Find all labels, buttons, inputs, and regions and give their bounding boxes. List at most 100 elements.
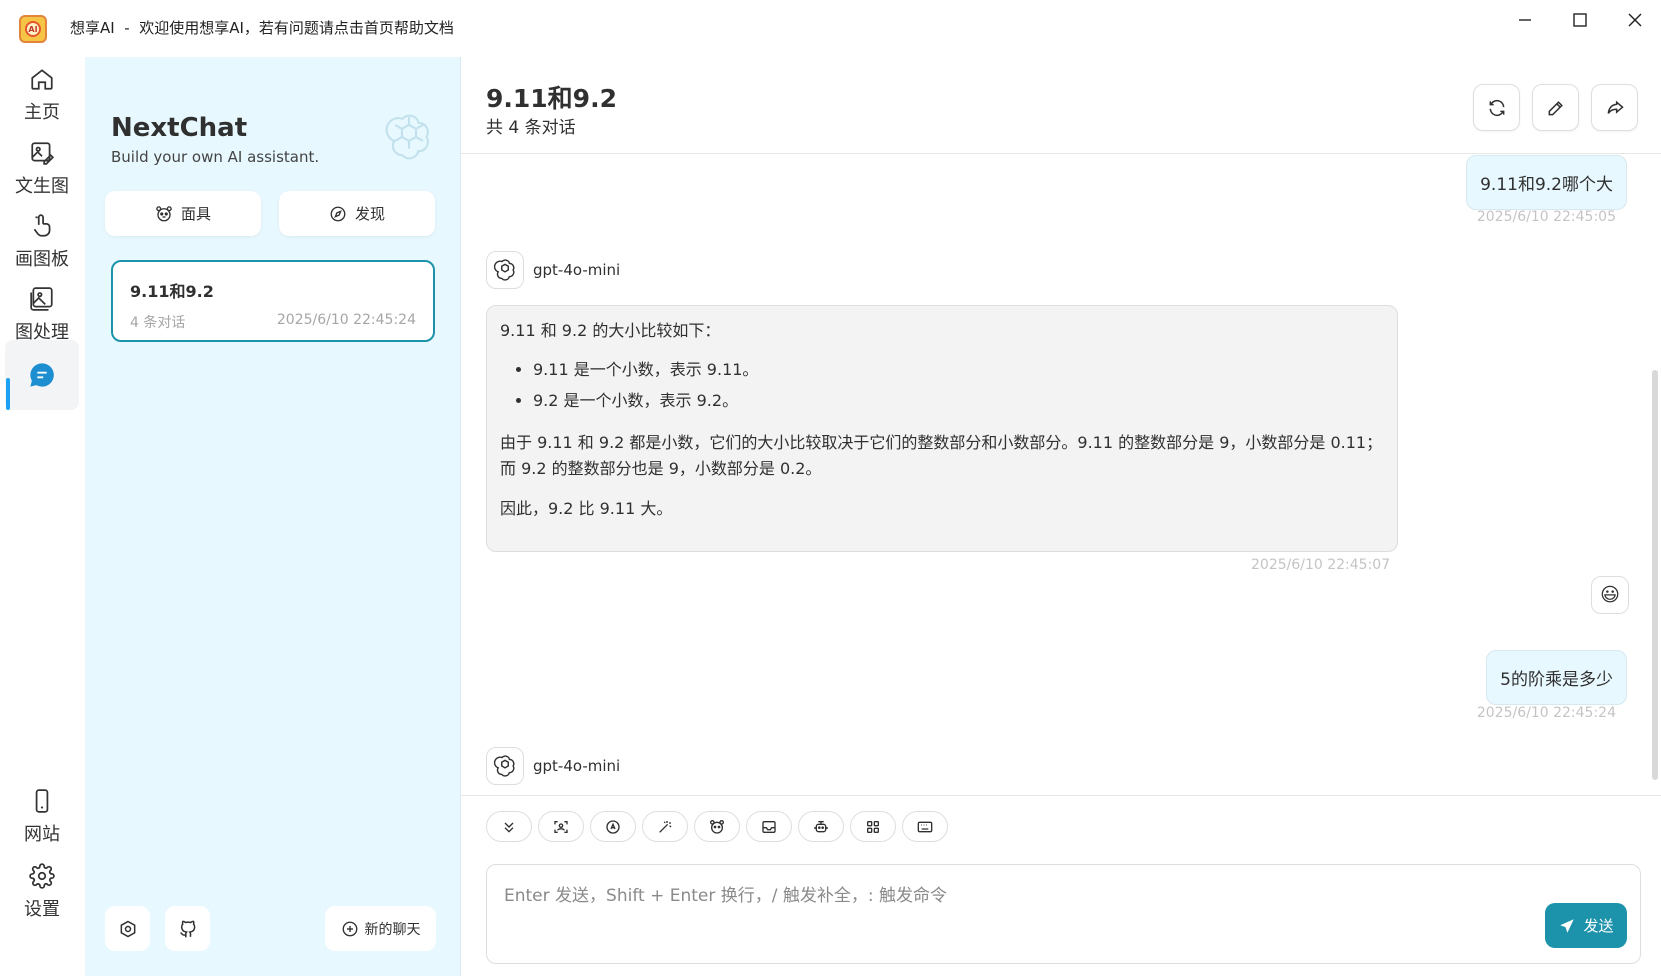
bot-message-list: 9.11 是一个小数，表示 9.11。 9.2 是一个小数，表示 9.2。 xyxy=(533,354,1384,416)
refresh-icon xyxy=(1487,98,1507,118)
title-separator: - xyxy=(124,19,130,37)
refresh-button[interactable] xyxy=(1473,84,1520,131)
title-bar: AI 想享AI - 欢迎使用想享AI，若有问题请点击首页帮助文档 xyxy=(0,0,1661,57)
rail-item-website[interactable]: 网站 xyxy=(5,782,79,852)
message-timestamp: 2025/6/10 22:45:07 xyxy=(1251,557,1391,573)
pencil-icon xyxy=(1546,98,1566,118)
user-message: 5的阶乘是多少 xyxy=(1486,650,1627,705)
session-title: 9.11和9.2 xyxy=(130,282,214,301)
scroll-to-bottom-button[interactable] xyxy=(486,811,532,842)
user-message: 9.11和9.2哪个大 xyxy=(1466,155,1627,210)
brand-title: NextChat xyxy=(111,113,248,143)
rail-item-text-to-image[interactable]: 文生图 xyxy=(5,134,79,204)
app-logo: AI xyxy=(19,15,47,43)
touch-draw-icon xyxy=(29,213,55,239)
add-circle-icon xyxy=(341,920,359,938)
rail-label-drawing-board: 画图板 xyxy=(15,249,69,270)
send-label: 发送 xyxy=(1583,917,1614,935)
send-icon xyxy=(1558,917,1576,935)
sidebar: NextChat Build your own AI assistant. 面具… xyxy=(85,57,461,976)
masks-button[interactable] xyxy=(694,811,740,842)
keyboard-button[interactable] xyxy=(902,811,948,842)
double-chevron-down-icon xyxy=(501,819,517,835)
minimize-button[interactable] xyxy=(1505,6,1545,34)
new-chat-button[interactable]: 新的聊天 xyxy=(325,906,436,951)
mask-button[interactable]: 面具 xyxy=(105,191,261,236)
keyboard-icon xyxy=(917,819,933,835)
chat-title[interactable]: 9.11和9.2 xyxy=(486,79,617,115)
broom-icon xyxy=(761,819,777,835)
message-list[interactable]: 9.11和9.2哪个大 2025/6/10 22:45:05 gpt-4o-mi… xyxy=(461,155,1661,795)
chat-main: 9.11和9.2 共 4 条对话 9.11和9.2哪个大 2025/6/10 2… xyxy=(461,57,1661,976)
new-chat-label: 新的聊天 xyxy=(364,921,421,938)
app-name: 想享AI xyxy=(70,19,115,37)
chat-icon xyxy=(28,361,56,389)
image-icon xyxy=(29,286,55,312)
bot-avatar xyxy=(486,747,524,785)
user-avatar[interactable]: 😃 xyxy=(1591,576,1629,614)
send-button[interactable]: 发送 xyxy=(1545,903,1627,948)
close-button[interactable] xyxy=(1615,6,1655,34)
rail-label-text-to-image: 文生图 xyxy=(15,176,69,197)
session-date: 2025/6/10 22:45:24 xyxy=(276,312,416,328)
rail-label-home: 主页 xyxy=(24,102,60,123)
github-icon xyxy=(178,919,198,939)
settings-hex-icon xyxy=(118,919,138,939)
rail-item-home[interactable]: 主页 xyxy=(5,60,79,130)
image-edit-icon xyxy=(29,140,55,166)
message-timestamp: 2025/6/10 22:45:24 xyxy=(1476,705,1616,721)
welcome-message: 欢迎使用想享AI，若有问题请点击首页帮助文档 xyxy=(139,19,454,37)
message-timestamp: 2025/6/10 22:45:05 xyxy=(1476,209,1616,225)
chat-session-item[interactable]: 9.11和9.2 4 条对话 2025/6/10 22:45:24 xyxy=(111,260,435,342)
mask-icon xyxy=(709,819,725,835)
phone-icon xyxy=(29,788,55,814)
openai-icon xyxy=(492,257,518,283)
robot-icon xyxy=(813,819,829,835)
bot-message-bullet: 9.2 是一个小数，表示 9.2。 xyxy=(533,385,1384,416)
bot-message: 9.11 和 9.2 的大小比较如下： 9.11 是一个小数，表示 9.11。 … xyxy=(486,305,1398,552)
rail-item-drawing-board[interactable]: 画图板 xyxy=(5,207,79,277)
bot-message-intro: 9.11 和 9.2 的大小比较如下： xyxy=(500,321,721,340)
chat-header: 9.11和9.2 共 4 条对话 xyxy=(461,57,1661,154)
discover-label: 发现 xyxy=(354,205,385,223)
shortcuts-button[interactable] xyxy=(850,811,896,842)
edit-button[interactable] xyxy=(1532,84,1579,131)
rail-item-chat[interactable] xyxy=(5,340,79,410)
session-count: 4 条对话 xyxy=(130,315,186,331)
upload-image-button[interactable] xyxy=(538,811,584,842)
rail-label-website: 网站 xyxy=(24,824,60,845)
mask-icon xyxy=(155,205,173,223)
message-input-placeholder: Enter 发送，Shift + Enter 换行，/ 触发补全，: 触发命令 xyxy=(504,886,948,906)
maximize-button[interactable] xyxy=(1560,6,1600,34)
clear-context-button[interactable] xyxy=(746,811,792,842)
brand-subtitle: Build your own AI assistant. xyxy=(111,148,320,166)
window-title: 想享AI - 欢迎使用想享AI，若有问题请点击首页帮助文档 xyxy=(70,17,454,38)
image-scan-icon xyxy=(553,819,569,835)
message-input[interactable]: Enter 发送，Shift + Enter 换行，/ 触发补全，: 触发命令 xyxy=(486,864,1641,964)
compass-icon xyxy=(329,205,347,223)
prompt-magic-button[interactable] xyxy=(642,811,688,842)
model-name: gpt-4o-mini xyxy=(533,261,621,279)
bot-message-bullet: 9.11 是一个小数，表示 9.11。 xyxy=(533,354,1384,385)
active-indicator xyxy=(6,378,10,410)
nav-rail: 主页 文生图 画图板 图处理 网站 设置 xyxy=(0,57,85,976)
scrollbar[interactable] xyxy=(1652,370,1658,780)
share-icon xyxy=(1605,98,1625,118)
bot-avatar xyxy=(486,251,524,289)
github-button[interactable] xyxy=(165,906,210,951)
home-icon xyxy=(29,66,55,92)
model-name: gpt-4o-mini xyxy=(533,757,621,775)
chat-message-count: 共 4 条对话 xyxy=(486,118,576,138)
plugin-button[interactable] xyxy=(798,811,844,842)
share-button[interactable] xyxy=(1591,84,1638,131)
model-select-button[interactable] xyxy=(590,811,636,842)
rail-item-settings[interactable]: 设置 xyxy=(5,857,79,927)
bot-message-paragraph: 由于 9.11 和 9.2 都是小数，它们的大小比较取决于它们的整数部分和小数部… xyxy=(500,433,1383,478)
mask-label: 面具 xyxy=(180,205,211,223)
openai-icon xyxy=(492,753,518,779)
plugin-button[interactable] xyxy=(105,906,150,951)
bot-message-conclusion: 因此，9.2 比 9.11 大。 xyxy=(500,499,673,518)
grid-icon xyxy=(865,819,881,835)
discover-button[interactable]: 发现 xyxy=(279,191,435,236)
composer: Enter 发送，Shift + Enter 换行，/ 触发补全，: 触发命令 … xyxy=(461,795,1661,976)
